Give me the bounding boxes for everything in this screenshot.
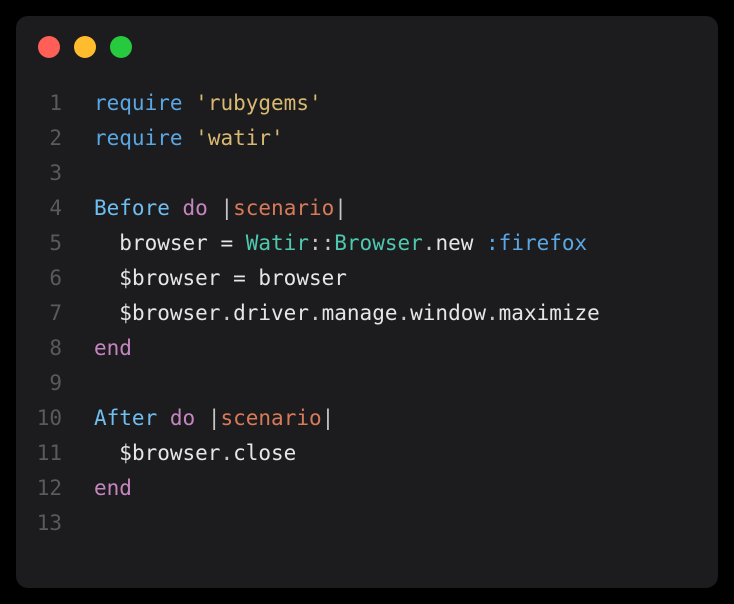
line-number: 9 [16,366,94,401]
code-content[interactable]: browser = Watir::Browser.new :firefox [94,226,587,261]
line-number: 4 [16,191,94,226]
code-line[interactable]: 11 $browser.close [16,436,718,471]
token: | [322,406,335,430]
code-content[interactable]: end [94,331,132,366]
token: | [334,196,347,220]
token: $browser [119,441,220,465]
token [94,231,119,255]
token: | [220,196,233,220]
editor-window: 1require 'rubygems'2require 'watir'34Bef… [16,16,718,588]
line-number: 6 [16,261,94,296]
token: require [94,91,183,115]
token: close [233,441,296,465]
token: require [94,126,183,150]
token: window [410,301,486,325]
token [208,196,221,220]
token: . [220,301,233,325]
token: . [220,441,233,465]
code-content[interactable]: $browser = browser [94,261,347,296]
token: Browser [334,231,423,255]
token: new [435,231,473,255]
token: Before [94,196,170,220]
token: :: [309,231,334,255]
token [94,441,119,465]
token [94,301,119,325]
token [183,126,196,150]
code-line[interactable]: 1require 'rubygems' [16,86,718,121]
token: | [208,406,221,430]
code-content[interactable]: Before do |scenario| [94,191,347,226]
token: 'rubygems' [195,91,321,115]
token: . [309,301,322,325]
token: $browser [119,266,220,290]
token: :firefox [486,231,587,255]
token: = [208,231,246,255]
code-area[interactable]: 1require 'rubygems'2require 'watir'34Bef… [16,68,718,541]
token [157,406,170,430]
token: scenario [233,196,334,220]
code-line[interactable]: 12end [16,471,718,506]
code-line[interactable]: 7 $browser.driver.manage.window.maximize [16,296,718,331]
token [94,266,119,290]
code-content[interactable]: $browser.driver.manage.window.maximize [94,296,600,331]
line-number: 13 [16,506,94,541]
token: maximize [499,301,600,325]
token: . [486,301,499,325]
code-content[interactable]: $browser.close [94,436,296,471]
token: scenario [220,406,321,430]
code-line[interactable]: 10After do |scenario| [16,401,718,436]
token [473,231,486,255]
token [170,196,183,220]
title-bar [16,16,718,68]
line-number: 11 [16,436,94,471]
line-number: 5 [16,226,94,261]
token [195,406,208,430]
token: = [220,266,258,290]
code-content[interactable]: require 'rubygems' [94,86,322,121]
token: manage [322,301,398,325]
line-number: 8 [16,331,94,366]
line-number: 2 [16,121,94,156]
token: Watir [246,231,309,255]
token: end [94,336,132,360]
token: 'watir' [195,126,284,150]
maximize-icon[interactable] [110,36,132,58]
line-number: 1 [16,86,94,121]
token [183,91,196,115]
code-line[interactable]: 4Before do |scenario| [16,191,718,226]
code-line[interactable]: 8end [16,331,718,366]
token: . [423,231,436,255]
code-line[interactable]: 5 browser = Watir::Browser.new :firefox [16,226,718,261]
code-content[interactable]: require 'watir' [94,121,284,156]
line-number: 3 [16,156,94,191]
code-line[interactable]: 2require 'watir' [16,121,718,156]
code-content[interactable]: end [94,471,132,506]
minimize-icon[interactable] [74,36,96,58]
line-number: 10 [16,401,94,436]
line-number: 12 [16,471,94,506]
close-icon[interactable] [38,36,60,58]
code-content[interactable]: After do |scenario| [94,401,334,436]
code-line[interactable]: 3 [16,156,718,191]
token: driver [233,301,309,325]
token: browser [258,266,347,290]
token: end [94,476,132,500]
token: $browser [119,301,220,325]
code-line[interactable]: 13 [16,506,718,541]
code-line[interactable]: 6 $browser = browser [16,261,718,296]
code-line[interactable]: 9 [16,366,718,401]
token: do [183,196,208,220]
token: . [397,301,410,325]
token: do [170,406,195,430]
token: After [94,406,157,430]
token: browser [119,231,208,255]
line-number: 7 [16,296,94,331]
